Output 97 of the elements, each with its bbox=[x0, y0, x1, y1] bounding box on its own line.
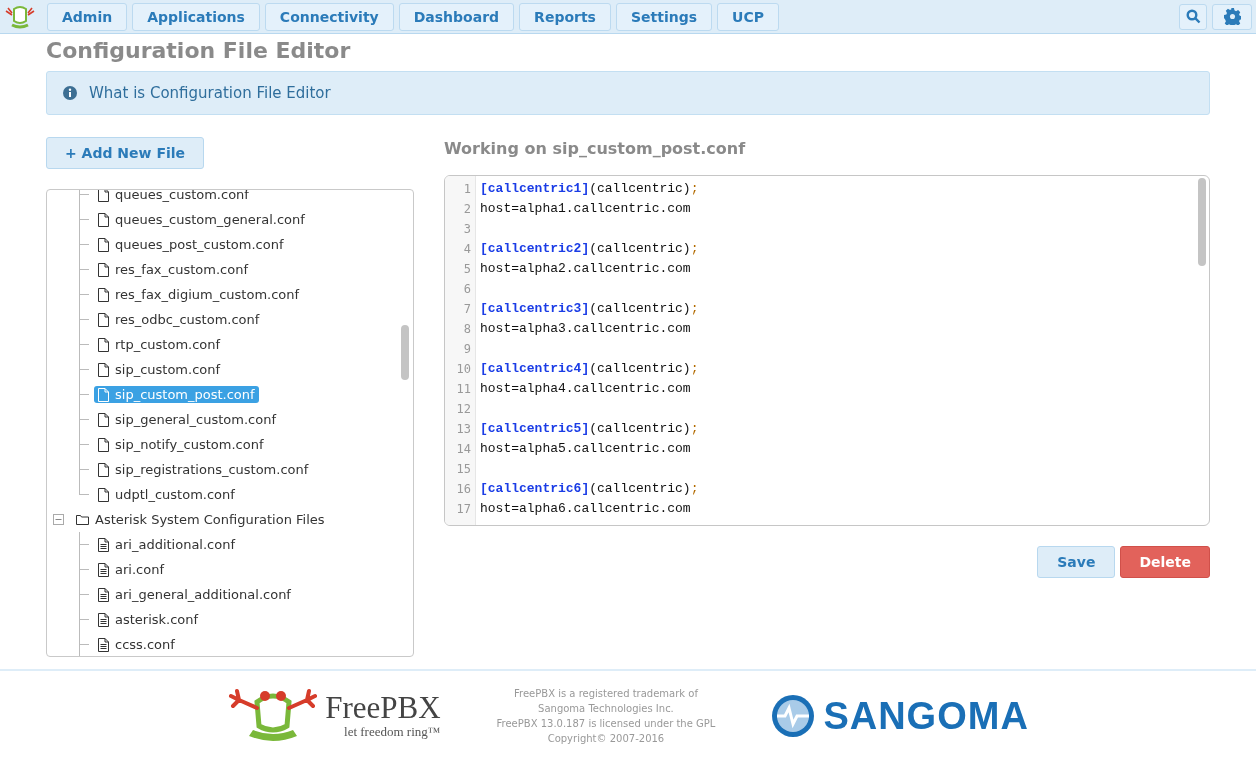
file-icon bbox=[98, 387, 109, 402]
wave-logo-icon bbox=[771, 694, 816, 738]
settings-button[interactable] bbox=[1212, 3, 1252, 30]
code-line: [callcentric3](callcentric); bbox=[480, 300, 700, 318]
search-icon bbox=[1185, 9, 1201, 24]
code-line: [callcentric1](callcentric); bbox=[480, 180, 700, 198]
file-icon bbox=[98, 287, 109, 302]
line-number: 10 bbox=[455, 361, 472, 378]
line-number: 6 bbox=[462, 281, 472, 298]
tree-item[interactable]: asterisk.conf bbox=[94, 611, 203, 628]
text-file-icon bbox=[98, 612, 109, 627]
tree-item[interactable]: queues_custom_general.conf bbox=[94, 211, 309, 228]
frog-logo[interactable] bbox=[4, 4, 36, 29]
editor-heading: Working on sip_custom_post.conf bbox=[444, 139, 747, 158]
line-number: 9 bbox=[462, 341, 472, 358]
line-number: 7 bbox=[462, 301, 472, 318]
file-icon bbox=[98, 437, 109, 452]
code-line: [callcentric4](callcentric); bbox=[480, 360, 700, 378]
tree-item[interactable]: sip_general_custom.conf bbox=[94, 411, 280, 428]
legal-text: Copyright© 2007-2016 bbox=[547, 732, 665, 746]
file-icon bbox=[98, 362, 109, 377]
file-icon bbox=[98, 312, 109, 327]
legal-text: Sangoma Technologies Inc. bbox=[538, 702, 674, 716]
tree-item[interactable]: ccss.conf bbox=[94, 636, 179, 653]
scrollbar-thumb[interactable] bbox=[1198, 178, 1206, 266]
line-number: 17 bbox=[455, 501, 472, 518]
info-panel-title: What is Configuration File Editor bbox=[89, 84, 331, 102]
tree-item[interactable]: rtp_custom.conf bbox=[94, 336, 225, 353]
line-number: 13 bbox=[455, 421, 472, 438]
code-line: host=alpha6.callcentric.com bbox=[480, 500, 692, 518]
nav-tab[interactable]: Dashboard bbox=[398, 2, 515, 31]
legal-text: FreePBX 13.0.187 is licensed under the GPL bbox=[496, 717, 716, 731]
tree-item[interactable]: res_fax_custom.conf bbox=[94, 261, 252, 278]
code-line: [callcentric2](callcentric); bbox=[480, 240, 700, 258]
nav-tab[interactable]: Connectivity bbox=[264, 2, 394, 31]
code-line: host=alpha4.callcentric.com bbox=[480, 380, 692, 398]
nav-tab[interactable]: Admin bbox=[47, 2, 128, 31]
tree-item[interactable]: Asterisk System Configuration Files bbox=[95, 512, 325, 527]
tree-item[interactable]: queues_post_custom.conf bbox=[94, 236, 288, 253]
partner-name: SANGOMA bbox=[823, 694, 1029, 738]
tree-item[interactable]: udptl_custom.conf bbox=[94, 486, 239, 503]
tree-item[interactable]: ari_additional.conf bbox=[94, 536, 240, 553]
add-file-button[interactable]: + Add New File bbox=[46, 137, 205, 169]
line-number: 4 bbox=[462, 241, 472, 258]
folder-icon bbox=[76, 514, 89, 525]
file-icon bbox=[98, 462, 109, 477]
file-icon bbox=[98, 262, 109, 277]
tree-item[interactable]: ari.conf bbox=[94, 561, 168, 578]
code-line: host=alpha5.callcentric.com bbox=[480, 440, 692, 458]
tree-item[interactable]: sip_notify_custom.conf bbox=[94, 436, 268, 453]
file-icon bbox=[98, 412, 109, 427]
scrollbar-thumb[interactable] bbox=[401, 325, 409, 380]
code-line: host=alpha1.callcentric.com bbox=[480, 200, 692, 218]
text-file-icon bbox=[98, 537, 109, 552]
info-panel[interactable]: What is Configuration File Editor bbox=[46, 71, 1210, 115]
page-title: Configuration File Editor bbox=[46, 38, 352, 63]
tree-item[interactable]: queues_custom.conf bbox=[94, 190, 253, 203]
info-icon bbox=[63, 86, 77, 100]
line-number: 12 bbox=[455, 401, 472, 418]
text-file-icon bbox=[98, 587, 109, 602]
line-number: 8 bbox=[462, 321, 472, 338]
tree-item[interactable]: sip_custom.conf bbox=[94, 361, 225, 378]
text-file-icon bbox=[98, 637, 109, 652]
line-number: 3 bbox=[462, 221, 472, 238]
nav-tab[interactable]: Applications bbox=[132, 2, 260, 31]
line-number: 16 bbox=[455, 481, 472, 498]
line-number: 15 bbox=[455, 461, 472, 478]
line-number: 5 bbox=[462, 261, 472, 278]
code-line: host=alpha2.callcentric.com bbox=[480, 260, 692, 278]
save-button[interactable]: Save bbox=[1037, 546, 1116, 578]
line-number: 1 bbox=[462, 181, 472, 198]
file-icon bbox=[98, 487, 109, 502]
legal-text: FreePBX is a registered trademark of bbox=[514, 687, 698, 701]
nav-tab[interactable]: UCP bbox=[717, 2, 779, 31]
settings-icon bbox=[1223, 8, 1241, 25]
text-file-icon bbox=[98, 562, 109, 577]
file-icon bbox=[98, 190, 109, 202]
tree-item[interactable]: res_odbc_custom.conf bbox=[94, 311, 264, 328]
tree-item[interactable]: sip_registrations_custom.conf bbox=[94, 461, 313, 478]
nav-tab[interactable]: Reports bbox=[519, 2, 611, 31]
tree-item[interactable]: res_fax_digium_custom.conf bbox=[94, 286, 304, 303]
tree-item[interactable]: ari_general_additional.conf bbox=[94, 586, 295, 603]
file-icon bbox=[98, 212, 109, 227]
collapse-icon[interactable] bbox=[53, 514, 64, 525]
code-line: host=alpha3.callcentric.com bbox=[480, 320, 692, 338]
file-icon bbox=[98, 337, 109, 352]
brand-name: FreePBX bbox=[325, 692, 441, 724]
nav-tab[interactable]: Settings bbox=[615, 2, 713, 31]
code-line: [callcentric6](callcentric); bbox=[480, 480, 700, 498]
line-number: 2 bbox=[462, 201, 472, 218]
file-icon bbox=[98, 237, 109, 252]
brand-tagline: let freedom ring™ bbox=[344, 724, 441, 740]
code-line: [callcentric5](callcentric); bbox=[480, 420, 700, 438]
line-number: 11 bbox=[455, 381, 472, 398]
line-number: 14 bbox=[455, 441, 472, 458]
search-button[interactable] bbox=[1179, 3, 1207, 30]
code-editor[interactable] bbox=[444, 175, 1210, 526]
